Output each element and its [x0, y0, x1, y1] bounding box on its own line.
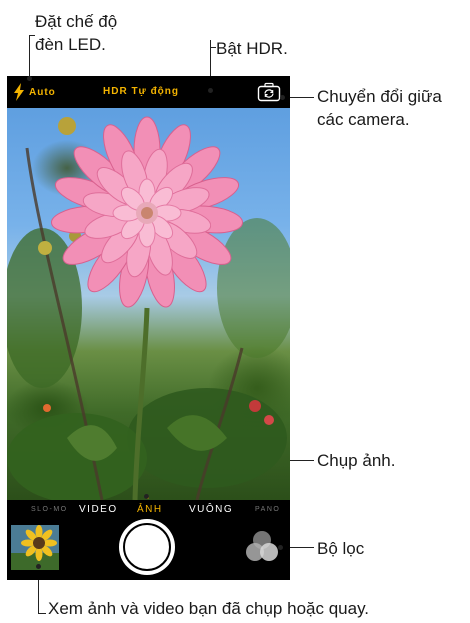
mode-video[interactable]: VIDEO	[79, 504, 118, 515]
camera-top-bar: Auto HDR Tự động	[7, 76, 290, 108]
mode-pano[interactable]: PANO	[255, 506, 280, 513]
leader-photos-tick	[38, 613, 46, 614]
flash-icon	[14, 83, 24, 101]
flash-label: Auto	[29, 86, 56, 98]
photo-thumbnail-button[interactable]	[11, 525, 59, 570]
callout-filters: Bộ lọc	[317, 539, 365, 558]
mode-square[interactable]: VUÔNG	[189, 504, 233, 515]
viewfinder[interactable]	[7, 108, 290, 500]
flash-button[interactable]: Auto	[13, 82, 56, 102]
camera-screen: Auto HDR Tự động SLO-MO VIDEO ẢNH VUÔNG …	[7, 76, 290, 580]
sunflower-thumbnail	[11, 525, 59, 570]
switch-camera-icon	[257, 82, 281, 102]
shutter-inner-ring	[123, 523, 171, 571]
hdr-button[interactable]: HDR Tự động	[103, 86, 179, 97]
callout-switch-camera: Chuyển đổi giữa các camera.	[317, 85, 442, 131]
leader-dot-hdr	[208, 88, 213, 93]
leader-led-tick	[29, 35, 35, 36]
callout-hdr: Bật HDR.	[216, 39, 288, 58]
switch-camera-button[interactable]	[257, 82, 281, 102]
callout-led: Đặt chế độ đèn LED.	[35, 10, 117, 56]
leader-led	[29, 35, 30, 78]
callout-switch-camera-line1: Chuyển đổi giữa	[317, 87, 442, 106]
callout-switch-camera-line2: các camera.	[317, 110, 410, 129]
filters-icon	[246, 531, 278, 561]
callout-led-line2: đèn LED.	[35, 35, 106, 54]
filters-button[interactable]	[245, 530, 279, 564]
viewfinder-scene	[7, 116, 290, 500]
callout-capture: Chụp ảnh.	[317, 451, 396, 470]
leader-dot-capture	[144, 494, 149, 499]
mode-slo-mo[interactable]: SLO-MO	[31, 506, 68, 513]
camera-bottom-bar: SLO-MO VIDEO ẢNH VUÔNG PANO	[7, 495, 290, 580]
leader-hdr-tick	[210, 47, 216, 48]
mode-selector[interactable]: SLO-MO VIDEO ẢNH VUÔNG PANO	[7, 495, 290, 520]
callout-photos: Xem ảnh và video bạn đã chụp hoặc quay.	[48, 599, 370, 618]
leader-dot-photos	[36, 564, 41, 569]
shutter-button[interactable]	[119, 519, 175, 575]
leader-dot-switch	[280, 95, 285, 100]
mode-photo[interactable]: ẢNH	[137, 504, 163, 515]
leader-dot-led	[27, 76, 32, 81]
leader-dot-filters	[278, 545, 283, 550]
callout-led-line1: Đặt chế độ	[35, 12, 118, 31]
